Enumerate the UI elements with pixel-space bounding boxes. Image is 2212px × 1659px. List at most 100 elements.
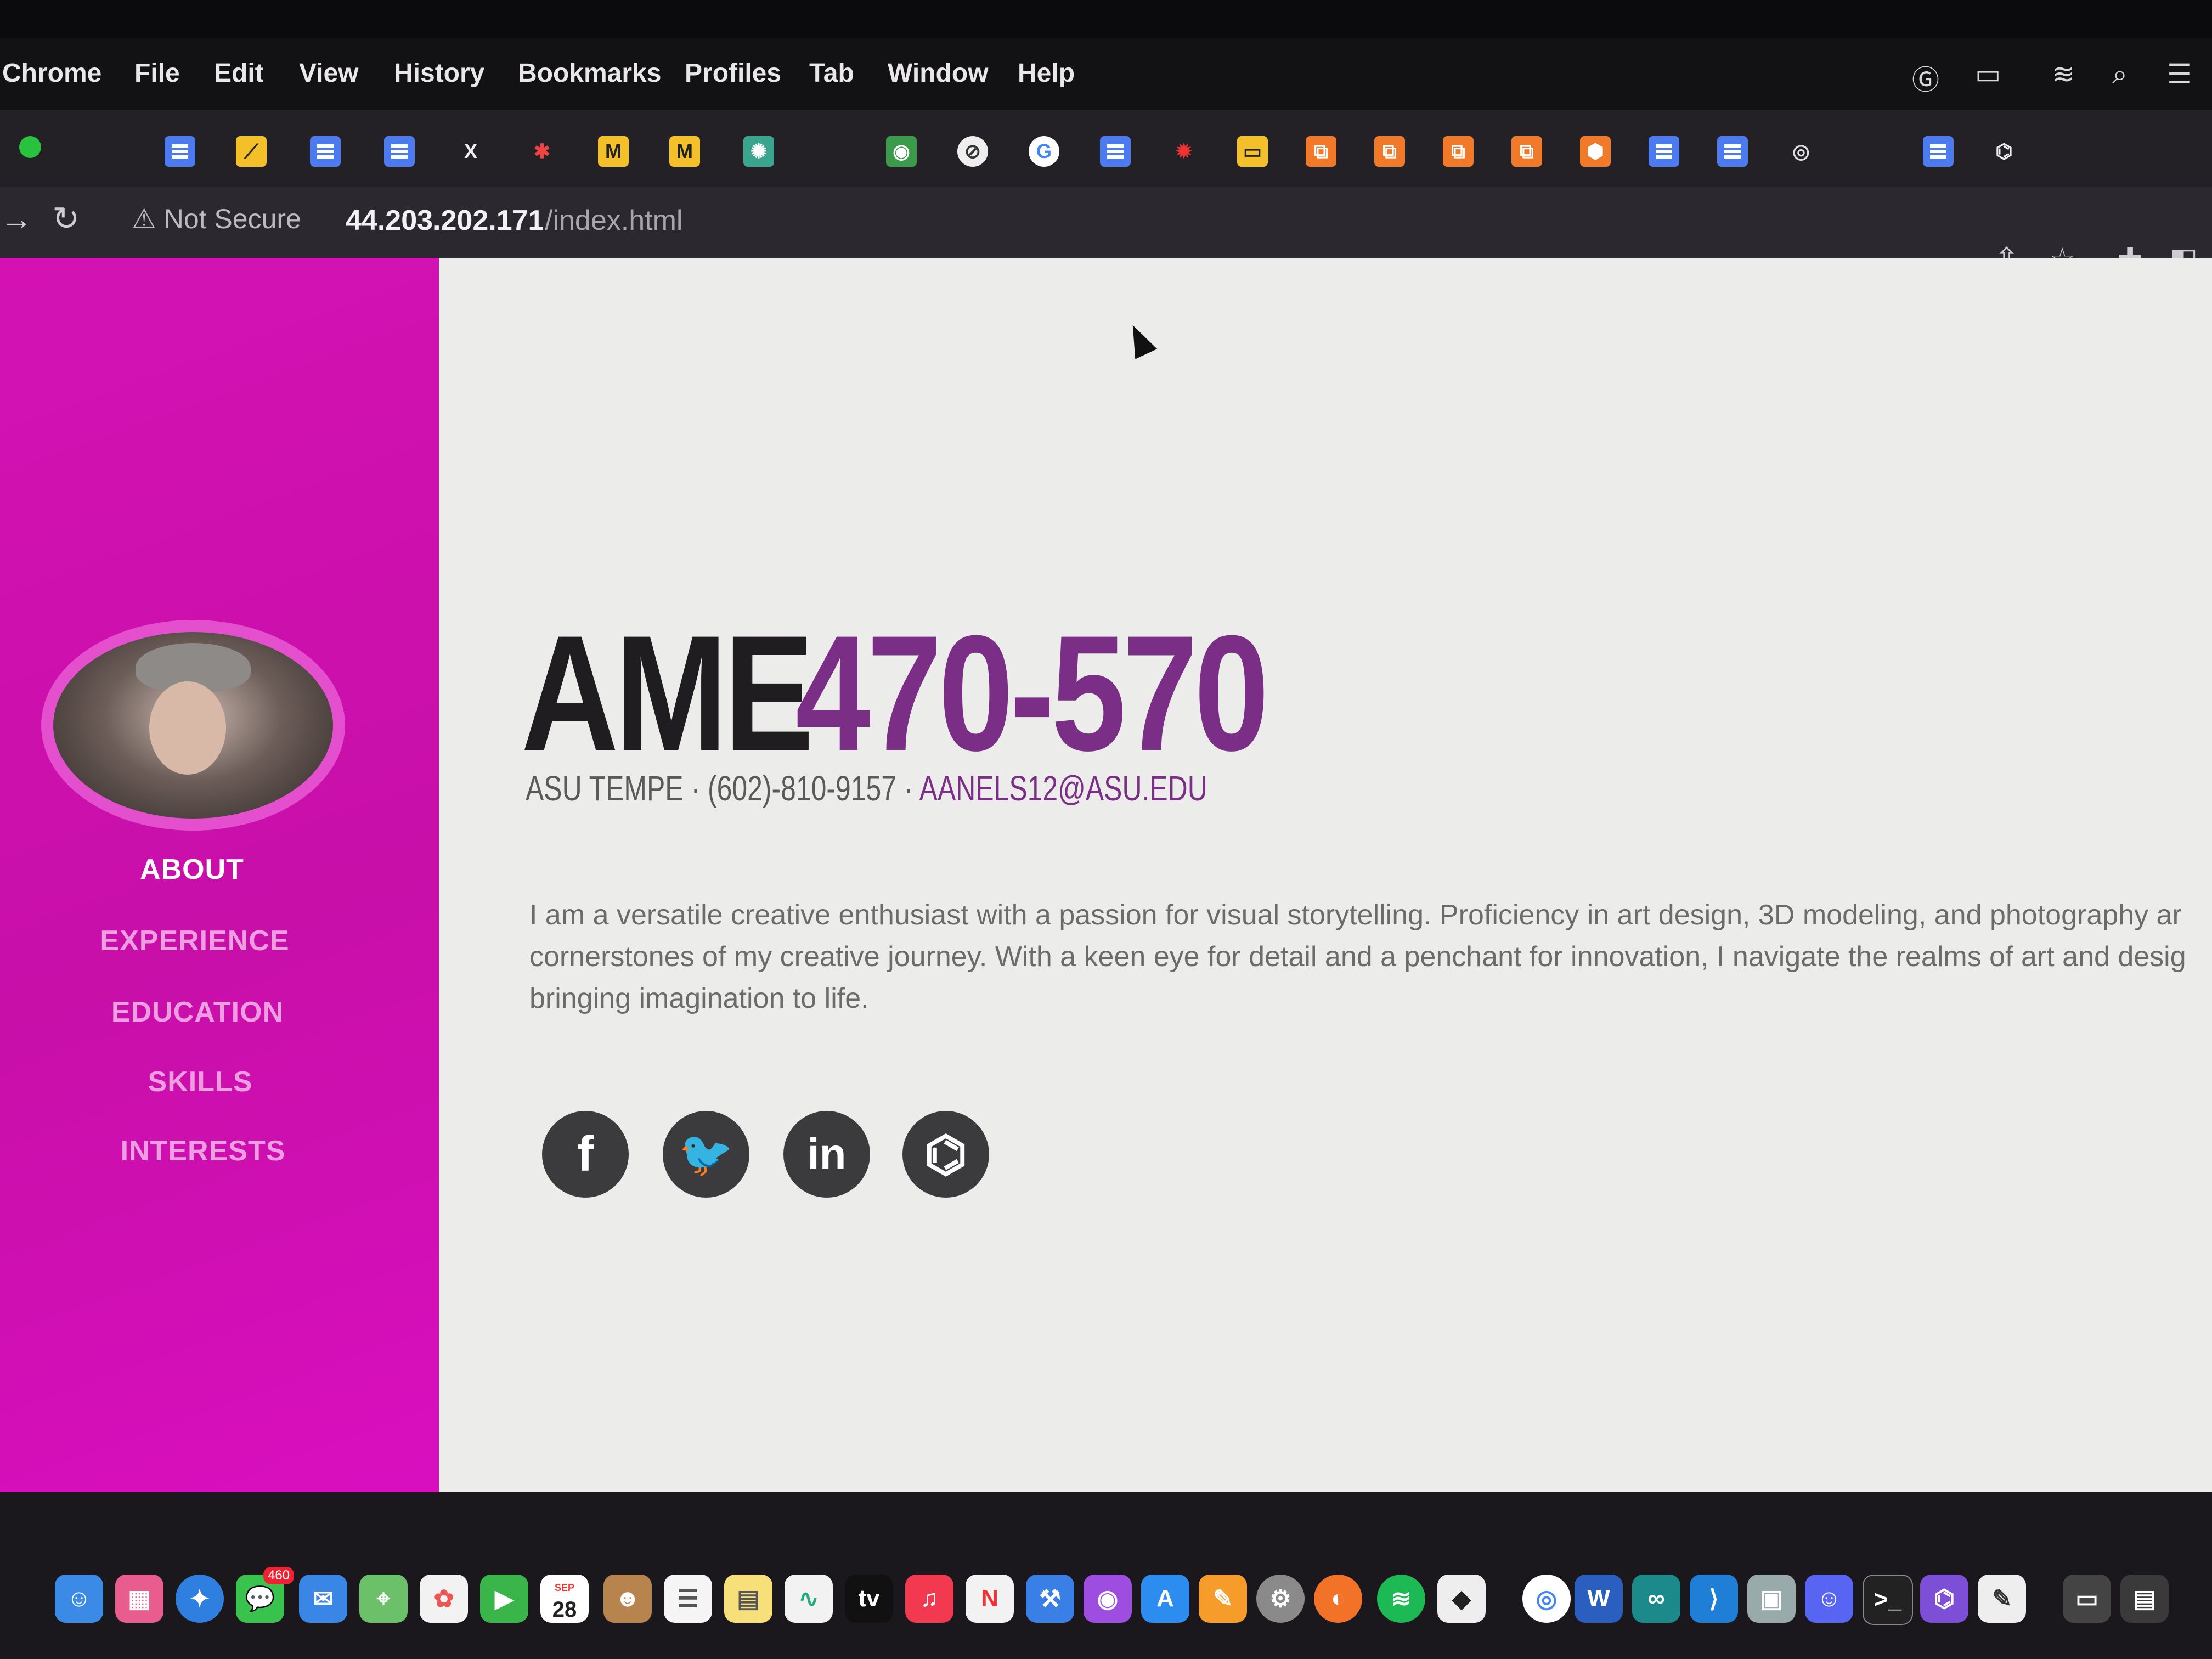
- bookmark-doc-icon[interactable]: [1923, 136, 1954, 167]
- battery-icon[interactable]: ▭: [1975, 58, 2001, 90]
- address-bar: → ↻ ⚠ Not Secure 44.203.202.171 /index.h…: [0, 187, 2212, 275]
- blender-icon[interactable]: ▣: [1747, 1575, 1796, 1623]
- bookmark-orange-icon[interactable]: ⧉: [1443, 136, 1474, 167]
- bookmark-clip-icon[interactable]: ⊘: [957, 136, 988, 167]
- page-title-prefix: AME: [521, 601, 814, 785]
- menu-help[interactable]: Help: [1018, 58, 1075, 88]
- bookmark-m-icon[interactable]: M: [669, 136, 700, 167]
- github-icon[interactable]: ⌬: [902, 1111, 989, 1198]
- pages-icon[interactable]: ✎: [1199, 1575, 1247, 1623]
- bookmark-slides-icon[interactable]: ▭: [1237, 136, 1268, 167]
- security-warning[interactable]: ⚠ Not Secure: [132, 203, 301, 235]
- bio-paragraph: I am a versatile creative enthusiast wit…: [529, 894, 2212, 1019]
- menu-edit[interactable]: Edit: [214, 58, 264, 88]
- podcasts-icon[interactable]: ◉: [1084, 1575, 1132, 1623]
- bookmark-doc-icon[interactable]: [165, 136, 195, 167]
- bookmark-box-icon[interactable]: ⬢: [1580, 136, 1611, 167]
- script-editor-icon[interactable]: ✎: [1978, 1575, 2026, 1623]
- page-title-number: 470-570: [795, 601, 1269, 785]
- forward-icon[interactable]: →: [0, 200, 33, 238]
- appstore-icon[interactable]: A: [1141, 1575, 1189, 1623]
- nav-interests[interactable]: INTERESTS: [60, 1135, 346, 1167]
- bookmark-chrome-icon[interactable]: ◎: [1786, 136, 1816, 167]
- window-zoom-icon[interactable]: [19, 136, 41, 158]
- search-icon[interactable]: ⌕: [2112, 58, 2128, 91]
- bookmark-doc-icon[interactable]: [1100, 136, 1131, 167]
- control-center-icon[interactable]: ☰: [2167, 58, 2192, 90]
- roblox-icon[interactable]: ◆: [1437, 1575, 1486, 1623]
- bookmark-google-icon[interactable]: G: [1029, 136, 1059, 167]
- appletv-icon[interactable]: tv: [845, 1575, 893, 1623]
- menu-bookmarks[interactable]: Bookmarks: [518, 58, 661, 88]
- bookmark-asana-icon[interactable]: ✹: [1169, 136, 1199, 167]
- contacts-icon[interactable]: ☻: [603, 1575, 652, 1623]
- bookmark-orange-icon[interactable]: ⧉: [1511, 136, 1542, 167]
- bookmark-github-icon[interactable]: ⌬: [1989, 136, 2019, 167]
- facetime-icon[interactable]: ▶: [480, 1575, 528, 1623]
- spotify-icon[interactable]: ≋: [1377, 1575, 1425, 1623]
- xcode-icon[interactable]: ⚒: [1026, 1575, 1074, 1623]
- terminal-icon[interactable]: >_: [1863, 1575, 1913, 1625]
- bookmark-openai-icon[interactable]: ✺: [743, 136, 774, 167]
- firefox-icon[interactable]: ◐: [1314, 1575, 1362, 1623]
- nav-skills[interactable]: SKILLS: [58, 1065, 343, 1098]
- settings-icon[interactable]: ⚙: [1256, 1575, 1305, 1623]
- word-icon[interactable]: W: [1575, 1575, 1623, 1623]
- reload-icon[interactable]: ↻: [52, 200, 80, 238]
- safari-icon[interactable]: ✦: [176, 1575, 224, 1623]
- vscode-icon[interactable]: ⟩: [1690, 1575, 1738, 1623]
- maps-icon[interactable]: ⌖: [359, 1575, 408, 1623]
- bookmark-orange-icon[interactable]: ⧉: [1306, 136, 1336, 167]
- mouse-cursor: [1121, 320, 1158, 359]
- music-icon[interactable]: ♫: [905, 1575, 953, 1623]
- arduino-icon[interactable]: ∞: [1632, 1575, 1680, 1623]
- notes-icon[interactable]: ▤: [724, 1575, 772, 1623]
- github-desktop-icon[interactable]: ⌬: [1920, 1575, 1968, 1623]
- menu-history[interactable]: History: [394, 58, 484, 88]
- menu-view[interactable]: View: [299, 58, 359, 88]
- mail-icon[interactable]: ✉: [299, 1575, 347, 1623]
- menu-file[interactable]: File: [134, 58, 180, 88]
- url-host[interactable]: 44.203.202.171: [346, 204, 544, 237]
- bookmark-doc-icon[interactable]: [1717, 136, 1748, 167]
- freeform-icon[interactable]: ∿: [785, 1575, 833, 1623]
- bookmark-x-icon[interactable]: X: [455, 136, 486, 167]
- dock: ☺ ▦ ✦ 💬 460 ✉ ⌖ ✿ ▶ SEP 28 ☻ ☰ ▤ ∿ tv ♫ …: [0, 1492, 2212, 1659]
- calendar-icon[interactable]: SEP 28: [540, 1575, 589, 1623]
- launchpad-icon[interactable]: ▦: [115, 1575, 163, 1623]
- bookmark-slack-icon[interactable]: ✱: [527, 136, 557, 167]
- chrome-icon[interactable]: ◎: [1522, 1575, 1571, 1623]
- nav-education[interactable]: EDUCATION: [55, 996, 340, 1029]
- contact-line: ASU TEMPE · (602)-810-9157 · AANELS12@AS…: [526, 768, 1207, 809]
- bookmark-doc-icon[interactable]: [384, 136, 415, 167]
- photos-icon[interactable]: ✿: [420, 1575, 468, 1623]
- bookmark-doc-icon[interactable]: [310, 136, 341, 167]
- finder-icon[interactable]: ☺: [55, 1575, 103, 1623]
- calendar-month: SEP: [554, 1582, 575, 1593]
- url-path[interactable]: /index.html: [545, 204, 682, 237]
- wifi-icon[interactable]: ≋: [2052, 58, 2075, 90]
- nav-about[interactable]: ABOUT: [49, 853, 335, 886]
- menu-tab[interactable]: Tab: [809, 58, 854, 88]
- menu-window[interactable]: Window: [888, 58, 989, 88]
- nav-experience[interactable]: EXPERIENCE: [52, 924, 337, 957]
- menu-chrome[interactable]: Chrome: [2, 58, 101, 88]
- reminders-icon[interactable]: ☰: [664, 1575, 712, 1623]
- bookmark-doc-icon[interactable]: [1649, 136, 1679, 167]
- avatar: [41, 620, 345, 831]
- bookmark-sketch-icon[interactable]: ⟋: [236, 136, 267, 167]
- bookmark-orange-icon[interactable]: ⧉: [1374, 136, 1405, 167]
- bookmark-android-icon[interactable]: ◉: [886, 136, 917, 167]
- grammarly-icon[interactable]: Ⓖ: [1912, 58, 1939, 98]
- twitter-icon[interactable]: 🐦: [663, 1111, 749, 1198]
- downloads-stack-icon[interactable]: ▭: [2063, 1575, 2111, 1623]
- folder-stack-icon[interactable]: ▤: [2120, 1575, 2169, 1623]
- news-icon[interactable]: N: [966, 1575, 1014, 1623]
- facebook-icon[interactable]: f: [542, 1111, 629, 1198]
- discord-icon[interactable]: ☺: [1805, 1575, 1853, 1623]
- avatar-face: [149, 681, 226, 775]
- contact-email-link[interactable]: AANELS12@ASU.EDU: [919, 769, 1207, 808]
- bookmark-m-icon[interactable]: M: [598, 136, 629, 167]
- linkedin-icon[interactable]: in: [783, 1111, 870, 1198]
- menu-profiles[interactable]: Profiles: [685, 58, 781, 88]
